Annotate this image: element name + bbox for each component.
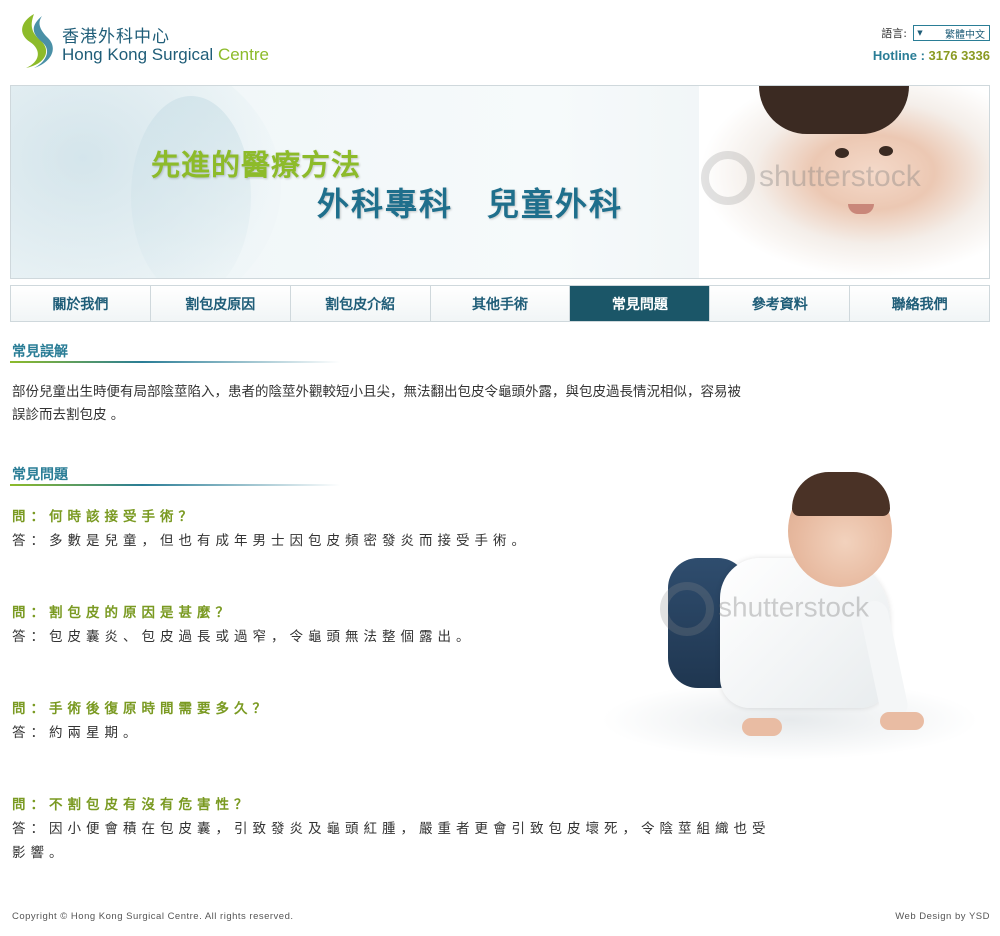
watermark-logo-icon (701, 151, 755, 205)
logo-chinese-name: 香港外科中心 (62, 27, 170, 47)
section-title-faq: 常見問題 (12, 467, 68, 483)
logo-swirl-icon (22, 14, 53, 68)
nav-item-faq[interactable]: 常見問題 (570, 286, 711, 321)
faq-item: 問：手術後復原時間需要多久？ 答：約兩星期。 (12, 697, 782, 745)
dropdown-arrow-icon: ▼ (917, 29, 923, 37)
faq-item: 問：割包皮的原因是甚麼？ 答：包皮囊炎、包皮過長或過窄，令龜頭無法整個露出。 (12, 601, 782, 649)
nav-item-references[interactable]: 參考資料 (710, 286, 851, 321)
nav-item-other-surgery[interactable]: 其他手術 (430, 286, 571, 321)
faq-answer: 答：約兩星期。 (12, 725, 142, 741)
page-header: 香港外科中心 Hong Kong Surgical Centre 語言: ▼ 繁… (0, 0, 1000, 82)
footer-credit[interactable]: Web Design by YSD (895, 911, 990, 922)
banner-watermark: shutterstock (701, 151, 921, 205)
language-select[interactable]: ▼ 繁體中文 (913, 25, 990, 41)
banner-watermark-text: shutterstock (759, 159, 921, 193)
nav-item-about[interactable]: 關於我們 (11, 286, 151, 321)
logo-english-name-part2: Centre (217, 45, 269, 64)
faq-answer: 答：包皮囊炎、包皮過長或過窄，令龜頭無法整個露出。 (12, 629, 475, 645)
nav-item-circumcision-intro[interactable]: 割包皮介紹 (290, 286, 431, 321)
logo-english-name-part1: Hong Kong Surgical (62, 45, 214, 64)
logo-english-name: Hong Kong Surgical Centre (62, 45, 269, 65)
faq-question: 問：手術後復原時間需要多久？ (12, 701, 271, 717)
section-divider (10, 484, 340, 486)
faq-answer: 答：多數是兒童，但也有成年男士因包皮頻密發炎而接受手術。 (12, 533, 530, 549)
nav-item-contact[interactable]: 聯絡我們 (850, 286, 990, 321)
section-title-misconception: 常見誤解 (12, 344, 68, 360)
hotline-number: 3176 3336 (928, 48, 990, 63)
section-divider (10, 361, 340, 363)
nav-item-circumcision-reasons[interactable]: 割包皮原因 (150, 286, 291, 321)
banner-headline: 先進的醫療方法 (151, 148, 362, 182)
faq-question: 問：割包皮的原因是甚麼？ (12, 605, 234, 621)
hotline: Hotline : 3176 3336 (873, 48, 990, 63)
faq-question: 問：不割包皮有沒有危害性？ (12, 797, 253, 813)
language-switcher: 語言: ▼ 繁體中文 (881, 24, 990, 42)
misconception-text: 部份兒童出生時便有局部陰莖陷入，患者的陰莖外觀較短小且尖，無法翻出包皮令龜頭外露… (12, 384, 741, 423)
hotline-label: Hotline : (872, 48, 925, 63)
language-label: 語言: (881, 27, 907, 40)
site-logo[interactable]: 香港外科中心 Hong Kong Surgical Centre (12, 12, 292, 72)
hero-banner: shutterstock 先進的醫療方法 外科專科 兒童外科 (10, 85, 990, 279)
main-navigation: 關於我們 割包皮原因 割包皮介紹 其他手術 常見問題 參考資料 聯絡我們 (10, 285, 990, 322)
footer-copyright: Copyright © Hong Kong Surgical Centre. A… (12, 911, 294, 922)
photo-child-hair (792, 472, 890, 516)
language-selected-value: 繁體中文 (945, 29, 985, 41)
faq-answer: 答：因小便會積在包皮囊，引致發炎及龜頭紅腫，嚴重者更會引致包皮壞死，令陰莖組織也… (12, 821, 771, 861)
faq-item: 問：何時該接受手術？ 答：多數是兒童，但也有成年男士因包皮頻密發炎而接受手術。 (12, 505, 782, 553)
photo-child-hand (880, 712, 924, 730)
faq-item: 問：不割包皮有沒有危害性？ 答：因小便會積在包皮囊，引致發炎及龜頭紅腫，嚴重者更… (12, 793, 782, 865)
faq-question: 問：何時該接受手術？ (12, 509, 197, 525)
banner-subheadline: 外科專科 兒童外科 (317, 185, 624, 223)
